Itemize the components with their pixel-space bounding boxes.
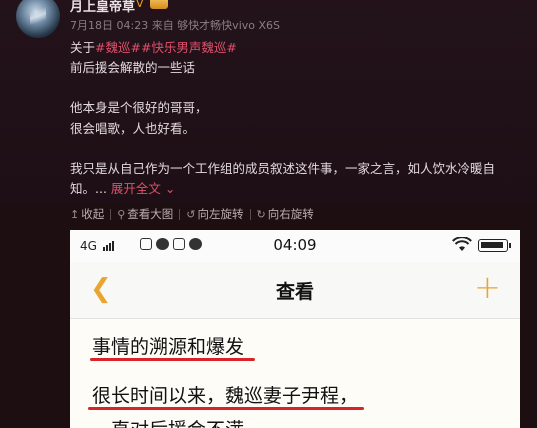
rotate-left-label: 向左旋转: [197, 207, 244, 221]
post-text-line: 他本身是个很好的哥哥，: [70, 100, 208, 115]
post-meta: 7月18日 04:23 来自 够快才畅快vivo X6S: [70, 19, 281, 32]
magnifier-icon: ⚲: [117, 207, 126, 221]
phone-status-bar: 4G 04:09: [70, 230, 520, 262]
divider: [179, 208, 181, 220]
arrow-up-icon: ↥: [70, 207, 80, 221]
note-line: 很长时间以来，魏巡妻子尹程，: [92, 385, 359, 407]
view-large-image-button[interactable]: ⚲ 查看大图: [117, 206, 173, 222]
topic-prefix: 关于: [70, 40, 96, 55]
wifi-icon: [452, 237, 472, 251]
username[interactable]: 月上皇帝草: [70, 0, 135, 15]
rotate-right-label: 向右旋转: [267, 207, 314, 221]
collapse-label: 收起: [81, 207, 105, 221]
rotate-left-icon: ↺: [186, 207, 196, 221]
plus-icon[interactable]: +: [474, 268, 501, 306]
post-topic-line: 关于#魏巡##快乐男声魏巡#: [70, 37, 237, 56]
note-body: 事情的溯源和爆发 很长时间以来，魏巡妻子尹程， 一直对后援会不满: [70, 319, 520, 428]
divider: [110, 208, 112, 220]
post-text-line: 很会唱歌，人也好看。: [70, 121, 196, 136]
avatar[interactable]: [16, 0, 60, 38]
divider: [249, 208, 251, 220]
weibo-post: 月上皇帝草 V 7月18日 04:23 来自 够快才畅快vivo X6S 关于#…: [0, 0, 537, 203]
note-line: 一直对后援会不满: [92, 415, 244, 428]
red-underline: [90, 358, 255, 361]
hashtag-link[interactable]: #魏巡##快乐男声魏巡#: [95, 40, 237, 55]
rotate-left-button[interactable]: ↺ 向左旋转: [186, 206, 243, 222]
post-text-line: 知。...: [70, 181, 107, 196]
collapse-button[interactable]: ↥ 收起: [70, 206, 104, 222]
post-text-line: 前后援会解散的一些话: [70, 60, 196, 75]
view-large-label: 查看大图: [127, 207, 174, 221]
post-text-last-line: 知。... 展开全文 ⌄: [70, 178, 175, 197]
notes-title: 查看: [275, 281, 314, 303]
chevron-down-icon: ⌄: [164, 181, 176, 196]
red-underline: [88, 407, 364, 410]
rotate-right-button[interactable]: ↻ 向右旋转: [257, 206, 314, 222]
member-crown-icon: [150, 0, 168, 9]
embedded-phone-screenshot[interactable]: 4G 04:09 ❮ 查看 + 事情的溯源和爆发 很长时间以来，魏巡妻子尹程， …: [70, 230, 520, 428]
post-text-line: 我只是从自己作为一个工作组的成员叙述这件事，一家之言，如人饮水冷暖自: [70, 161, 496, 176]
rotate-right-icon: ↻: [256, 207, 266, 221]
note-heading: 事情的溯源和爆发: [92, 336, 245, 358]
battery-icon: [478, 239, 511, 252]
notes-navbar: ❮ 查看 +: [70, 262, 520, 319]
expand-label: 展开全文: [110, 181, 161, 196]
expand-full-text-link[interactable]: 展开全文 ⌄: [111, 181, 175, 196]
verified-badge-icon: V: [136, 0, 144, 10]
image-toolbar: ↥ 收起 ⚲ 查看大图 ↺ 向左旋转 ↻ 向右旋转: [70, 206, 314, 222]
